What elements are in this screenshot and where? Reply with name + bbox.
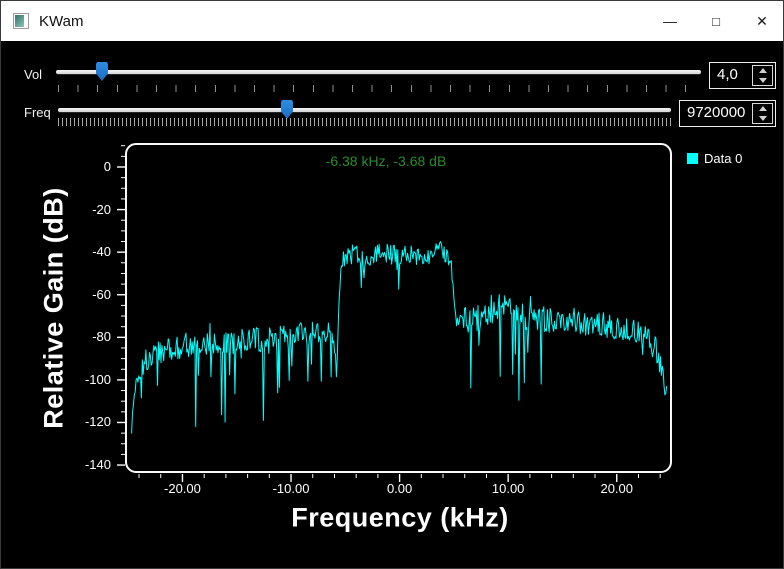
vol-label: Vol xyxy=(24,67,42,82)
y-axis-title: Relative Gain (dB) xyxy=(39,187,70,429)
minimize-icon: — xyxy=(663,13,677,29)
freq-spin-arrows xyxy=(752,103,773,124)
freq-spin-down-button[interactable] xyxy=(753,114,772,124)
plot-container: -20.00-10.000.0010.0020.000-20-40-60-80-… xyxy=(106,139,686,491)
y-tick-label: -20 xyxy=(61,202,111,217)
freq-slider-handle[interactable] xyxy=(281,100,293,119)
x-tick-label: 10.00 xyxy=(492,481,525,496)
y-tick-label: -80 xyxy=(61,329,111,344)
spin-up-icon xyxy=(759,68,767,73)
spin-down-icon xyxy=(759,78,767,83)
y-tick-label: 0 xyxy=(61,159,111,174)
minimize-button[interactable]: — xyxy=(647,1,693,41)
vol-slider-handle[interactable] xyxy=(96,62,108,81)
y-tick-label: -140 xyxy=(61,457,111,472)
spin-down-icon xyxy=(759,116,767,121)
vol-spin-up-button[interactable] xyxy=(753,66,772,76)
vol-spinbox[interactable]: 4,0 xyxy=(709,62,776,89)
x-tick-label: 20.00 xyxy=(600,481,633,496)
freq-label: Freq xyxy=(24,105,51,120)
legend-swatch-icon xyxy=(687,153,698,164)
app-icon xyxy=(13,13,29,29)
x-tick-label: 0.00 xyxy=(387,481,412,496)
legend-label: Data 0 xyxy=(704,151,742,166)
freq-slider-track[interactable] xyxy=(58,108,671,112)
vol-slider-track[interactable] xyxy=(56,70,701,74)
vol-spin-arrows xyxy=(752,65,773,86)
x-tick-label: -10.00 xyxy=(273,481,310,496)
app-window: KWam — □ ✕ Vol 4,0 Freq 9720000 xyxy=(0,0,784,569)
spin-up-icon xyxy=(759,106,767,111)
close-button[interactable]: ✕ xyxy=(739,1,784,41)
close-icon: ✕ xyxy=(756,13,768,30)
freq-spinbox[interactable]: 9720000 xyxy=(679,100,776,127)
maximize-icon: □ xyxy=(712,14,720,29)
x-axis-title: Frequency (kHz) xyxy=(291,503,509,534)
y-tick-label: -60 xyxy=(61,287,111,302)
window-title: KWam xyxy=(39,13,83,30)
y-tick-label: -120 xyxy=(61,414,111,429)
cursor-annotation: -6.38 kHz, -3.68 dB xyxy=(326,153,447,169)
maximize-button[interactable]: □ xyxy=(693,1,739,41)
vol-slider-ticks xyxy=(58,85,701,92)
y-tick-label: -40 xyxy=(61,244,111,259)
title-bar: KWam — □ ✕ xyxy=(1,1,784,41)
vol-value[interactable]: 4,0 xyxy=(710,63,752,88)
y-tick-label: -100 xyxy=(61,372,111,387)
freq-spin-up-button[interactable] xyxy=(753,104,772,114)
freq-slider-ticks xyxy=(58,118,673,126)
window-controls: — □ ✕ xyxy=(647,1,784,41)
vol-spin-down-button[interactable] xyxy=(753,76,772,86)
legend: Data 0 xyxy=(687,151,742,166)
freq-value[interactable]: 9720000 xyxy=(680,101,752,126)
spectrum-plot[interactable] xyxy=(106,139,686,491)
x-tick-label: -20.00 xyxy=(164,481,201,496)
